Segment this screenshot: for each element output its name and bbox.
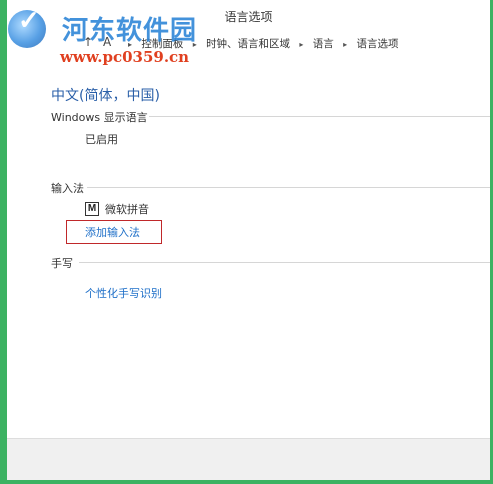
footer-bar	[7, 438, 490, 480]
section-divider	[87, 187, 490, 188]
section-heading-input-method: 输入法	[51, 182, 84, 195]
language-title: 中文(简体，中国)	[51, 88, 160, 104]
ime-name: 微软拼音	[105, 203, 149, 216]
breadcrumb-separator-icon: ▸	[299, 40, 304, 49]
window-frame-bottom	[0, 480, 493, 484]
section-heading-display-language: Windows 显示语言	[51, 111, 148, 124]
section-heading-handwriting: 手写	[51, 257, 73, 270]
section-divider	[79, 262, 490, 263]
breadcrumb-language[interactable]: 语言	[313, 38, 334, 50]
main-content: 中文(简体，中国) Windows 显示语言 已启用 输入法 M 微软拼音 添加…	[7, 54, 490, 438]
breadcrumb-separator-icon: ▸	[343, 40, 348, 49]
ime-icon: M	[85, 202, 99, 216]
display-language-status: 已启用	[85, 133, 118, 146]
watermark-logo: ✓	[8, 6, 48, 48]
breadcrumb-language-options[interactable]: 语言选项	[356, 38, 398, 50]
personalize-handwriting-link[interactable]: 个性化手写识别	[85, 285, 162, 301]
ime-item: M 微软拼音	[85, 201, 149, 217]
add-input-method-link[interactable]: 添加输入法	[85, 224, 140, 240]
watermark-site-name: 河东软件园	[62, 16, 198, 46]
window-frame-left	[0, 0, 7, 484]
breadcrumb-clock-language-region[interactable]: 时钟、语言和区域	[206, 38, 290, 50]
logo-check-icon: ✓	[18, 6, 40, 36]
section-divider	[149, 116, 490, 117]
